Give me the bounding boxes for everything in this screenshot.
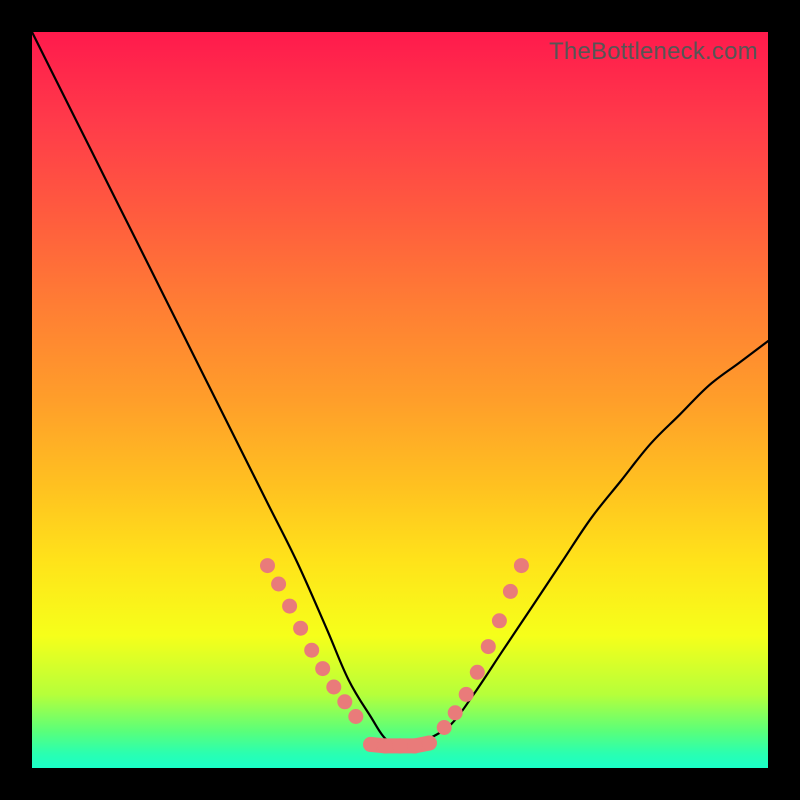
bottleneck-curve-svg xyxy=(32,32,768,768)
curve-marker xyxy=(348,709,363,724)
curve-marker xyxy=(492,613,507,628)
curve-marker xyxy=(422,736,437,751)
curve-marker xyxy=(315,661,330,676)
curve-markers xyxy=(260,558,529,753)
plot-area: TheBottleneck.com xyxy=(32,32,768,768)
curve-marker xyxy=(326,680,341,695)
curve-marker xyxy=(304,643,319,658)
curve-marker xyxy=(481,639,496,654)
curve-marker xyxy=(337,694,352,709)
curve-marker xyxy=(459,687,474,702)
curve-marker xyxy=(470,665,485,680)
chart-frame: TheBottleneck.com xyxy=(0,0,800,800)
curve-marker xyxy=(271,577,286,592)
curve-marker xyxy=(437,720,452,735)
curve-marker xyxy=(393,738,408,753)
curve-marker xyxy=(448,705,463,720)
bottleneck-curve-path xyxy=(32,32,768,747)
curve-marker xyxy=(514,558,529,573)
curve-marker xyxy=(378,738,393,753)
curve-marker xyxy=(407,738,422,753)
curve-marker xyxy=(363,737,378,752)
curve-marker xyxy=(503,584,518,599)
curve-marker xyxy=(293,621,308,636)
curve-marker xyxy=(282,599,297,614)
curve-marker xyxy=(260,558,275,573)
